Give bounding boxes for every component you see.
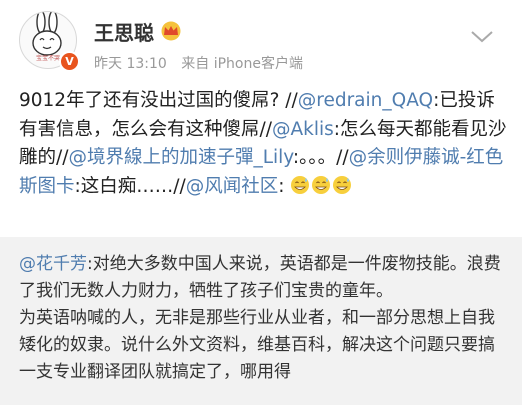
repost-text-segment: :对绝大多数中国人来说，英语都是一件废物技能。浪费了我们无数人力财力，牺牲了孩子… (19, 254, 501, 301)
grin-sweat-emoji-icon (291, 175, 310, 194)
chevron-down-icon[interactable] (470, 30, 494, 44)
repost-paragraph: 为英语呐喊的人，无非是那些行业从业者，和一部分思想上自我矮化的奴隶。说什么外文资… (19, 308, 495, 382)
grin-sweat-emoji-icon (312, 175, 331, 194)
mention-link[interactable]: @redrain_QAQ (298, 90, 433, 111)
mention-link[interactable]: @Aklis (272, 119, 334, 140)
post-header: 宝宝不哭 V 王思聪 昨天 13:10 来自 iPhone客户端 (0, 0, 522, 82)
post-text-segment: :这白痴……// (74, 175, 186, 197)
mention-link[interactable]: @风闻社区 (186, 176, 279, 197)
crown-icon (161, 21, 181, 41)
post-source: 来自 iPhone客户端 (181, 56, 303, 72)
post-text-segment: :。。。// (292, 147, 349, 168)
post-time: 昨天 13:10 (94, 56, 167, 72)
post-text-segment: 9012年了还有没出过国的傻屌? // (19, 90, 298, 111)
post-meta: 昨天 13:10 来自 iPhone客户端 (94, 53, 313, 73)
repost-card[interactable]: @花千芳:对绝大多数中国人来说，英语都是一件废物技能。浪费了我们无数人力财力，牺… (0, 237, 522, 405)
vip-badge-icon: V (59, 51, 80, 72)
repost-paragraph: @花千芳:对绝大多数中国人来说，英语都是一件废物技能。浪费了我们无数人力财力，牺… (19, 251, 503, 305)
repost-body: @花千芳:对绝大多数中国人来说，英语都是一件废物技能。浪费了我们无数人力财力，牺… (19, 251, 503, 386)
post-body: 9012年了还有没出过国的傻屌? //@redrain_QAQ:已投诉有害信息，… (19, 87, 511, 201)
grin-sweat-emoji-icon (333, 175, 352, 194)
mention-link[interactable]: @境界線上的加速子彈_Lily (68, 147, 292, 168)
mention-link[interactable]: @花千芳 (19, 254, 87, 274)
username[interactable]: 王思聪 (94, 17, 154, 46)
post-text-segment: : (278, 175, 285, 197)
